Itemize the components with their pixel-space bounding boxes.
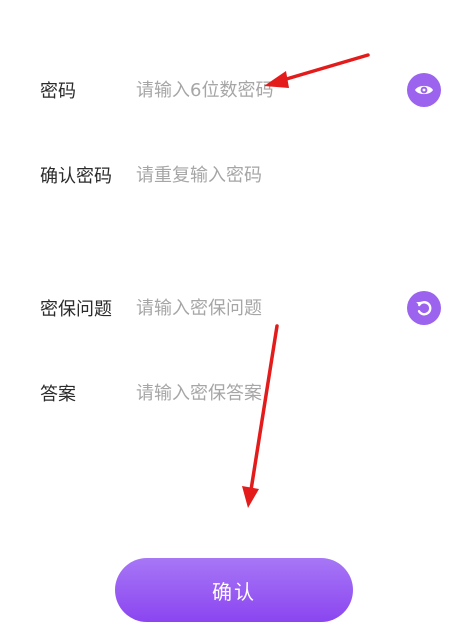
password-label: 密码: [40, 81, 76, 102]
password-visibility-toggle[interactable]: [407, 73, 441, 107]
security-question-input[interactable]: [136, 291, 386, 325]
security-question-row: 密保问题: [0, 288, 462, 328]
answer-label: 答案: [40, 384, 76, 405]
confirm-button[interactable]: 确认: [115, 558, 353, 622]
answer-input[interactable]: [136, 376, 386, 410]
confirm-password-input[interactable]: [136, 158, 386, 192]
confirm-password-label: 确认密码: [40, 166, 112, 187]
password-input[interactable]: [136, 73, 386, 107]
confirm-password-row: 确认密码: [0, 155, 462, 195]
security-question-refresh-button[interactable]: [407, 291, 441, 325]
refresh-icon: [413, 297, 435, 319]
annotation-arrow-to-confirm: [242, 324, 279, 508]
password-row: 密码: [0, 70, 462, 110]
security-question-label: 密保问题: [40, 299, 112, 320]
answer-row: 答案: [0, 373, 462, 413]
eye-icon: [413, 79, 435, 101]
